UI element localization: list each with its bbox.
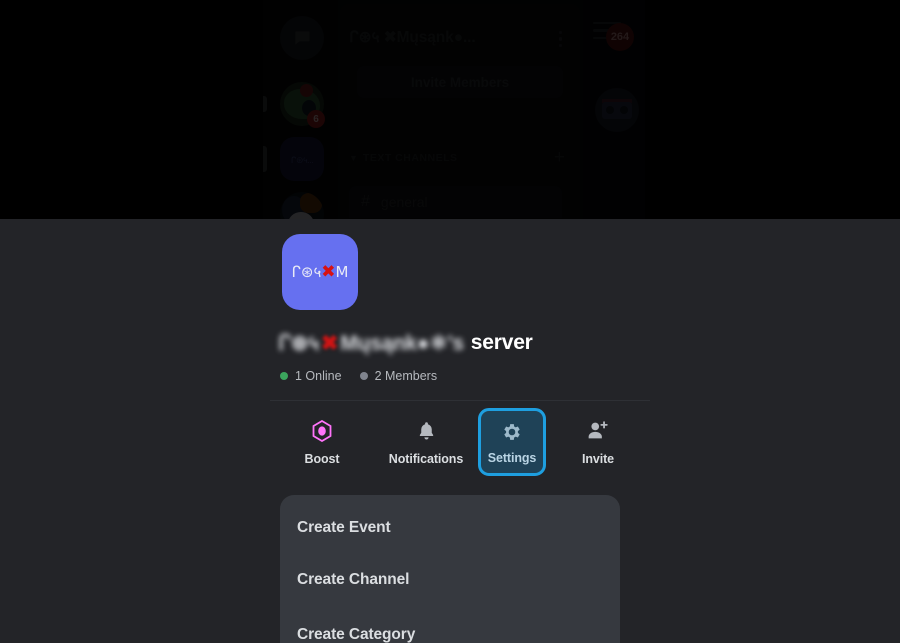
plus-icon[interactable]: +: [554, 148, 565, 167]
text-channels-section-header[interactable]: ▼ TEXT CHANNELS +: [349, 148, 571, 167]
sheet-content: ᒋ⊛५✖M ᒋ⊛५ ✖ Mųsąnk●⚛'s server 1 Online 2…: [270, 219, 650, 643]
boost-gem-icon: [312, 419, 332, 443]
server-icon-avatar: ᒋ⊛५✖M: [282, 234, 358, 310]
gear-icon: [501, 420, 523, 444]
server-name-header: ᒋ⊛५ ✖Mųsąnk●...: [349, 29, 476, 46]
member-count-label: 2 Members: [374, 369, 438, 383]
server-icon-glyph-prefix: ᒋ⊛५: [291, 262, 322, 281]
person-plus-icon: [586, 419, 610, 443]
rail-indicator-unread: [263, 96, 267, 112]
server-icon-glyph-suffix: M: [335, 262, 349, 281]
channel-panel-header: ᒋ⊛५ ✖Mųsąnk●...: [349, 18, 571, 54]
sidebar-item-server-fourth[interactable]: [280, 192, 324, 219]
section-label: TEXT CHANNELS: [362, 152, 458, 164]
notifications-label: Notifications: [388, 451, 464, 466]
server-actions-sheet: ᒋ⊛५✖M ᒋ⊛५ ✖ Mųsąnk●⚛'s server 1 Online 2…: [0, 219, 900, 643]
server-name-blurred-2: Mųsąnk●⚛'s: [340, 331, 464, 355]
boost-label: Boost: [304, 451, 340, 466]
status-members: 2 Members: [359, 369, 438, 383]
server-name-blurred-x: ✖: [320, 331, 339, 355]
avatar-shape: [620, 106, 628, 114]
rail-indicator-active: [263, 146, 267, 172]
avatar-shape: [300, 84, 313, 97]
member-status-dot: [359, 372, 368, 380]
boost-button[interactable]: Boost: [270, 405, 374, 479]
channel-item-general[interactable]: # general: [349, 186, 562, 218]
member-avatar[interactable]: [595, 88, 639, 132]
avatar-shape: [606, 106, 614, 114]
server-status-row: 1 Online 2 Members: [280, 369, 455, 383]
hash-icon: #: [361, 193, 370, 210]
channel-list-panel: ᒋ⊛५ ✖Mųsąnk●... Invite Members ▼ TEXT CH…: [340, 4, 580, 219]
unread-badge: 6: [307, 110, 325, 128]
server-name-suffix: server: [470, 331, 533, 354]
invite-members-button[interactable]: Invite Members: [357, 66, 563, 98]
server-icon-glyph-x: ✖: [321, 261, 336, 282]
status-online: 1 Online: [280, 369, 342, 383]
chevron-down-icon: ▼: [349, 153, 358, 163]
background-app: 6 ᒋ⊛५... ᒋ⊛५ ✖Mųsąnk●... Invite Members: [0, 0, 900, 219]
notification-badge: 264: [606, 23, 634, 51]
sidebar-item-direct-messages[interactable]: [280, 16, 324, 60]
divider: [270, 400, 650, 401]
server-action-bar: Boost Notifications Settings Invite: [270, 405, 650, 479]
server-rail: 6 ᒋ⊛५...: [263, 0, 338, 219]
server-name-blurred-1: ᒋ⊛५: [278, 332, 319, 355]
menu-item-create-channel[interactable]: Create Channel: [280, 552, 620, 607]
invite-label: Invite: [581, 451, 615, 466]
settings-button[interactable]: Settings: [478, 408, 546, 476]
invite-button[interactable]: Invite: [546, 405, 650, 479]
avatar-shape: [300, 193, 322, 213]
discord-app-window: 6 ᒋ⊛५... ᒋ⊛५ ✖Mųsąnk●... Invite Members: [263, 0, 645, 219]
page-title: ᒋ⊛५ ✖ Mųsąnk●⚛'s server: [278, 327, 622, 359]
server-icon-glyphs: ᒋ⊛५✖M: [291, 261, 349, 282]
sidebar-item-server-active[interactable]: ᒋ⊛५...: [280, 137, 324, 181]
menu-item-create-category[interactable]: Create Category: [280, 607, 620, 643]
speech-bubble-icon: [295, 31, 310, 45]
bell-icon: [416, 419, 437, 443]
screen-root: 6 ᒋ⊛५... ᒋ⊛५ ✖Mųsąnk●... Invite Members: [0, 0, 900, 643]
create-menu-card: Create Event Create Channel Create Categ…: [280, 495, 620, 643]
online-status-dot: [280, 372, 288, 380]
settings-label: Settings: [487, 450, 537, 465]
menu-item-create-event[interactable]: Create Event: [280, 495, 620, 552]
members-strip: 264: [583, 0, 645, 219]
channel-name: general: [380, 194, 428, 210]
online-count-label: 1 Online: [295, 369, 342, 383]
more-vertical-icon[interactable]: [559, 31, 563, 50]
notifications-button[interactable]: Notifications: [374, 405, 478, 479]
